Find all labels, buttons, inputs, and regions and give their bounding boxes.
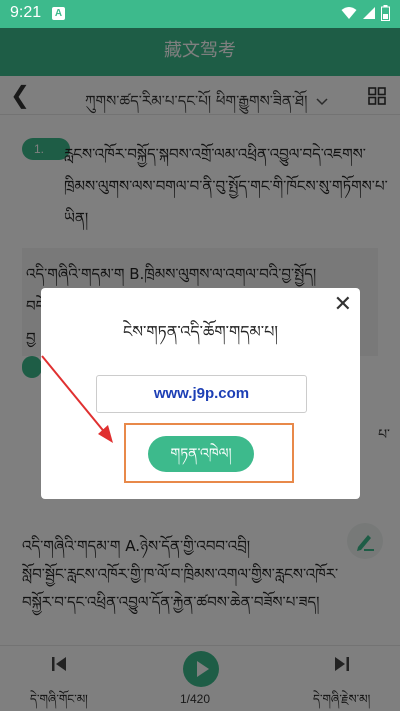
status-time: 9:21 <box>10 4 42 21</box>
notification-badge: A <box>52 7 65 20</box>
status-bar: 9:21 A <box>0 0 400 28</box>
signal-icon <box>363 7 375 19</box>
close-icon[interactable]: ✕ <box>334 294 352 316</box>
dialog-text-field[interactable]: www.j9p.com <box>96 375 307 413</box>
dialog-title: ངེས་གཏན་འདི་ཆོག་གདམ་པ། <box>123 322 278 341</box>
battery-icon <box>381 5 390 21</box>
wifi-icon <box>341 7 357 19</box>
confirm-button[interactable]: གཏན་འཁེལ། <box>148 436 254 472</box>
